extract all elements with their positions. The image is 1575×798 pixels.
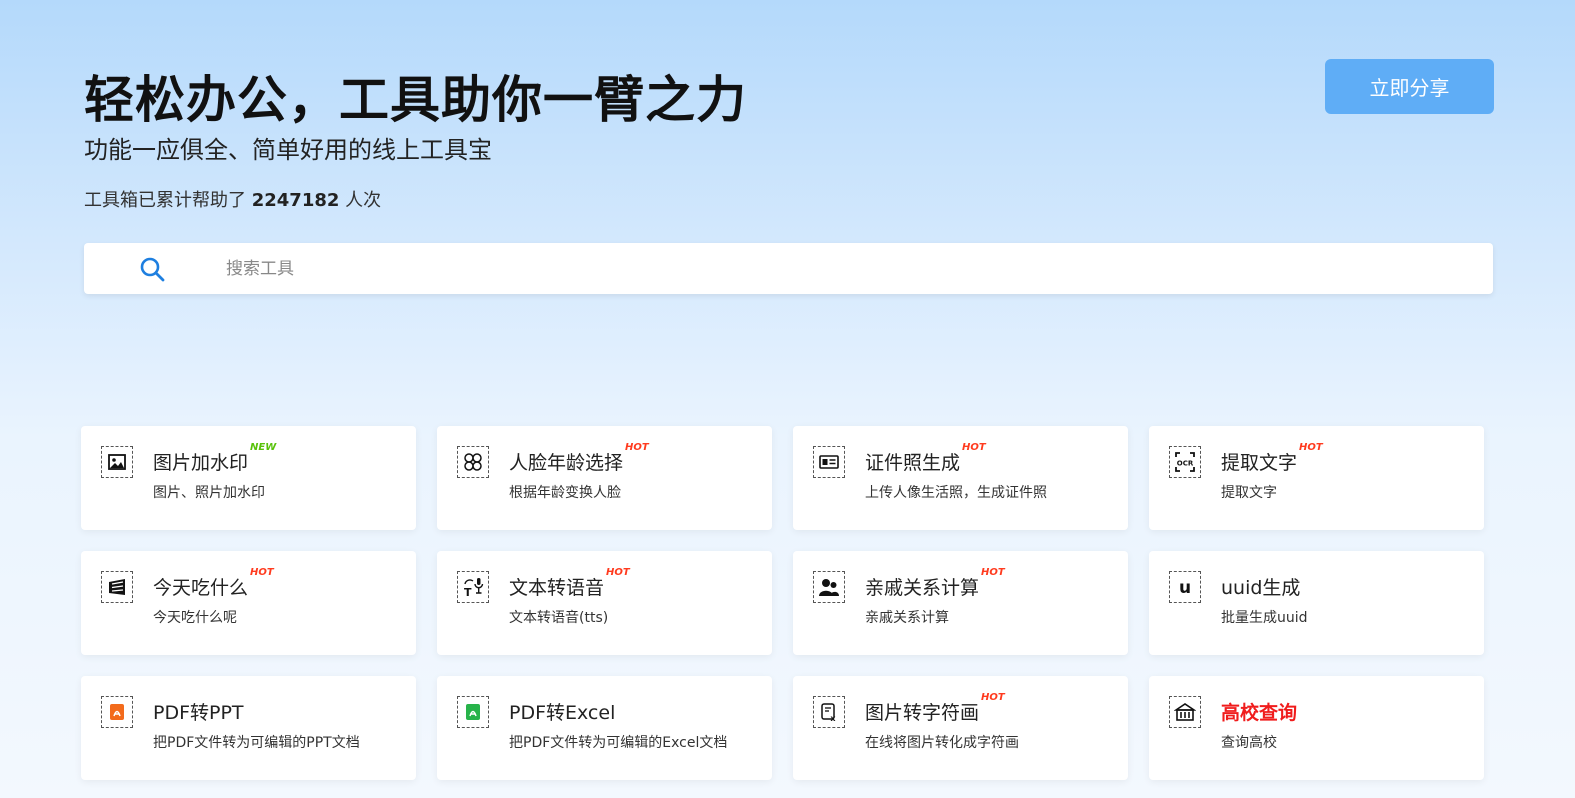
university-icon	[1169, 696, 1201, 728]
ocr-icon: OCR	[1169, 446, 1201, 478]
face-age-icon	[457, 446, 489, 478]
tool-name-text: 亲戚关系计算	[865, 577, 980, 599]
tool-name: PDF转PPT	[153, 698, 244, 725]
usage-stat-count: 2247182	[251, 190, 340, 211]
tool-description: 图片、照片加水印	[153, 485, 265, 501]
share-button[interactable]: 立即分享	[1325, 59, 1494, 114]
usage-stat-suffix: 人次	[345, 190, 382, 211]
tool-name: 亲戚关系计算HOT	[865, 567, 1005, 600]
tool-card[interactable]: 证件照生成HOT 上传人像生活照，生成证件照	[793, 426, 1128, 530]
tool-name-text: 图片加水印	[153, 452, 249, 474]
pdf-to-ppt-icon	[101, 696, 133, 728]
tool-card[interactable]: PDF转PPT 把PDF文件转为可编辑的PPT文档	[81, 676, 416, 780]
tool-name-text: 提取文字	[1221, 452, 1298, 474]
tool-name-text: PDF转Excel	[509, 702, 616, 724]
tool-description: 上传人像生活照，生成证件照	[865, 485, 1047, 501]
hot-badge: HOT	[250, 567, 274, 578]
tool-card[interactable]: u uuid生成批量生成uuid	[1149, 551, 1484, 655]
hot-badge: HOT	[981, 567, 1005, 578]
hot-badge: HOT	[606, 567, 630, 578]
tool-description: 把PDF文件转为可编辑的Excel文档	[509, 735, 728, 751]
tool-name: uuid生成	[1221, 573, 1300, 600]
tool-card[interactable]: 图片加水印NEW 图片、照片加水印	[81, 426, 416, 530]
tool-name: 高校查询	[1221, 698, 1297, 725]
page-title: 轻松办公，工具助你一臂之力	[84, 71, 747, 129]
tool-name: 今天吃什么HOT	[153, 567, 274, 600]
tool-name-text: PDF转PPT	[153, 702, 244, 724]
tool-description: 文本转语音(tts)	[509, 610, 609, 626]
search-bar[interactable]	[84, 243, 1493, 294]
tool-description: 把PDF文件转为可编辑的PPT文档	[153, 735, 360, 751]
hot-badge: HOT	[981, 692, 1005, 703]
tool-description: 提取文字	[1221, 485, 1277, 501]
new-badge: NEW	[250, 442, 277, 453]
svg-text:T: T	[464, 586, 472, 598]
tool-description: 根据年龄变换人脸	[509, 485, 621, 501]
hot-badge: HOT	[1299, 442, 1323, 453]
food-icon	[101, 571, 133, 603]
tool-card[interactable]: 人脸年龄选择HOT 根据年龄变换人脸	[437, 426, 772, 530]
tool-card[interactable]: OCR 提取文字HOT 提取文字	[1149, 426, 1484, 530]
page-subtitle: 功能一应俱全、简单好用的线上工具宝	[84, 136, 492, 164]
tool-card[interactable]: 亲戚关系计算HOT 亲戚关系计算	[793, 551, 1128, 655]
id-card-icon	[813, 446, 845, 478]
pdf-to-excel-icon	[457, 696, 489, 728]
hot-badge: HOT	[625, 442, 649, 453]
tool-description: 批量生成uuid	[1221, 610, 1308, 626]
text-to-speech-icon: T	[457, 571, 489, 603]
tool-name: 人脸年龄选择HOT	[509, 442, 649, 475]
tool-grid: 图片加水印NEW 图片、照片加水印 人脸年龄选择HOT 根据年龄变换人脸 证件照生成HO…	[81, 426, 1484, 780]
svg-text:u: u	[1179, 578, 1191, 598]
tool-card[interactable]: 今天吃什么HOT 今天吃什么呢	[81, 551, 416, 655]
tool-name-text: 高校查询	[1221, 702, 1298, 724]
search-input[interactable]	[226, 258, 1426, 279]
svg-text:OCR: OCR	[1177, 460, 1194, 468]
tool-name-text: uuid生成	[1221, 577, 1301, 599]
tool-name-text: 今天吃什么	[153, 577, 249, 599]
tool-card[interactable]: PDF转Excel 把PDF文件转为可编辑的Excel文档	[437, 676, 772, 780]
tool-name: 图片转字符画HOT	[865, 692, 1005, 725]
svg-text:x: x	[830, 714, 836, 723]
tool-name: 图片加水印NEW	[153, 442, 276, 475]
tool-name-text: 证件照生成	[865, 452, 961, 474]
tool-description: 今天吃什么呢	[153, 610, 237, 626]
image-watermark-icon	[101, 446, 133, 478]
tool-name: 提取文字HOT	[1221, 442, 1323, 475]
tool-name-text: 文本转语音	[509, 577, 605, 599]
tool-name-text: 人脸年龄选择	[509, 452, 624, 474]
search-icon[interactable]	[138, 255, 166, 283]
usage-stat: 工具箱已累计帮助了 2247182 人次	[84, 186, 381, 212]
tool-card[interactable]: x 图片转字符画HOT 在线将图片转化成字符画	[793, 676, 1128, 780]
tool-card[interactable]: 高校查询 查询高校	[1149, 676, 1484, 780]
tool-card[interactable]: T 文本转语音HOT 文本转语音(tts)	[437, 551, 772, 655]
tool-description: 亲戚关系计算	[865, 610, 949, 626]
uuid-icon: u	[1169, 571, 1201, 603]
usage-stat-prefix: 工具箱已累计帮助了	[84, 190, 246, 211]
hot-badge: HOT	[962, 442, 986, 453]
image-to-ascii-icon: x	[813, 696, 845, 728]
tool-name-text: 图片转字符画	[865, 702, 980, 724]
tool-name: 证件照生成HOT	[865, 442, 986, 475]
family-relation-icon	[813, 571, 845, 603]
tool-name: 文本转语音HOT	[509, 567, 630, 600]
tool-description: 查询高校	[1221, 735, 1277, 751]
tool-name: PDF转Excel	[509, 698, 615, 725]
tool-description: 在线将图片转化成字符画	[865, 735, 1019, 751]
